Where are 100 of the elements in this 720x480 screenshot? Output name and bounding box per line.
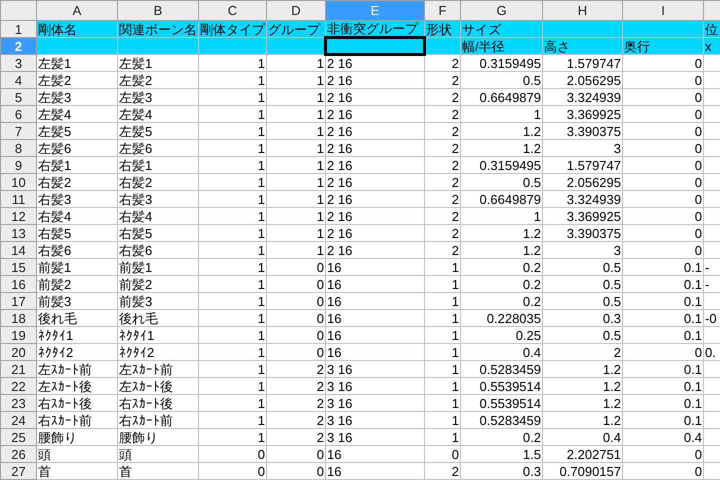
row-header[interactable]: 14 bbox=[0, 242, 36, 258]
table-cell: 2 16 bbox=[326, 242, 424, 258]
table-cell: 0 bbox=[622, 174, 704, 190]
column-header[interactable]: C bbox=[198, 0, 266, 20]
column-header[interactable]: H bbox=[542, 0, 622, 20]
table-cell: 右髪6 bbox=[36, 242, 118, 258]
header-cell: サイズ bbox=[460, 20, 542, 38]
table-cell: 0 bbox=[266, 258, 326, 276]
table-cell: 2 bbox=[424, 88, 460, 106]
table-cell: 0 bbox=[198, 446, 266, 462]
row-header[interactable]: 7 bbox=[0, 122, 36, 140]
table-cell: ﾈｸﾀｲ1 bbox=[36, 326, 118, 344]
table-cell: 0.3 bbox=[542, 310, 622, 326]
active-cell[interactable] bbox=[326, 38, 424, 54]
table-cell: 0 bbox=[622, 140, 704, 156]
table-cell: 2 bbox=[266, 428, 326, 446]
table-cell: 左ｽｶｰﾄ後 bbox=[118, 378, 198, 394]
table-cell: 0.1 bbox=[622, 394, 704, 412]
table-cell: 0.3159495 bbox=[460, 54, 542, 72]
table-cell: 3.369925 bbox=[542, 208, 622, 224]
header-cell: 幅/半径 bbox=[460, 38, 542, 54]
row-header[interactable]: 25 bbox=[0, 428, 36, 446]
table-cell: 0.5 bbox=[542, 292, 622, 310]
row-header[interactable]: 16 bbox=[0, 276, 36, 292]
table-cell: 1 bbox=[198, 258, 266, 276]
header-cell: 剛体タイプ bbox=[198, 20, 266, 38]
table-cell: 3 bbox=[542, 140, 622, 156]
column-header[interactable]: I bbox=[622, 0, 704, 20]
table-cell: 1 bbox=[198, 224, 266, 242]
table-cell: 2 bbox=[266, 412, 326, 428]
column-header[interactable]: D bbox=[266, 0, 326, 20]
table-cell: ﾈｸﾀｲ2 bbox=[118, 344, 198, 360]
header-cell: 関連ボーン名 bbox=[118, 20, 198, 38]
table-cell: 前髪3 bbox=[36, 292, 118, 310]
table-cell: 1.2 bbox=[542, 394, 622, 412]
column-header[interactable]: B bbox=[118, 0, 198, 20]
row-header[interactable]: 22 bbox=[0, 378, 36, 394]
row-header[interactable]: 3 bbox=[0, 54, 36, 72]
table-cell: 2 bbox=[424, 190, 460, 208]
row-header[interactable]: 21 bbox=[0, 360, 36, 378]
table-cell: 2 bbox=[424, 156, 460, 174]
table-cell: 首 bbox=[118, 462, 198, 480]
table-cell: 16 bbox=[326, 310, 424, 326]
table-cell: 0.4 bbox=[460, 344, 542, 360]
table-cell: 1 bbox=[266, 54, 326, 72]
row-header[interactable]: 11 bbox=[0, 190, 36, 208]
row-header[interactable]: 20 bbox=[0, 344, 36, 360]
table-cell: 0.2 bbox=[460, 428, 542, 446]
row-header[interactable]: 12 bbox=[0, 208, 36, 224]
table-cell: 1 bbox=[424, 326, 460, 344]
row-header[interactable]: 6 bbox=[0, 106, 36, 122]
row-header[interactable]: 27 bbox=[0, 462, 36, 480]
table-cell: 2 16 bbox=[326, 208, 424, 224]
table-cell: 0.4 bbox=[622, 428, 704, 446]
table-cell: 0 bbox=[622, 208, 704, 224]
table-cell: 2 bbox=[424, 242, 460, 258]
table-cell: 右髪2 bbox=[118, 174, 198, 190]
table-cell: 左髪4 bbox=[36, 106, 118, 122]
table-cell: 2 16 bbox=[326, 140, 424, 156]
table-cell: 0 bbox=[266, 326, 326, 344]
row-header[interactable]: 8 bbox=[0, 140, 36, 156]
row-header[interactable]: 1 bbox=[0, 20, 36, 38]
row-header[interactable]: 17 bbox=[0, 292, 36, 310]
table-cell: 1 bbox=[424, 276, 460, 292]
table-cell: 後れ毛 bbox=[118, 310, 198, 326]
row-header[interactable]: 26 bbox=[0, 446, 36, 462]
row-header[interactable]: 18 bbox=[0, 310, 36, 326]
table-cell: 2 16 bbox=[326, 224, 424, 242]
table-cell: 1 bbox=[198, 122, 266, 140]
table-cell: 16 bbox=[326, 276, 424, 292]
table-cell: 0 bbox=[266, 276, 326, 292]
header-cell: 奥行 bbox=[622, 38, 704, 54]
table-cell: 3 bbox=[542, 242, 622, 258]
row-header[interactable]: 9 bbox=[0, 156, 36, 174]
table-cell: 0.5283459 bbox=[460, 412, 542, 428]
table-cell: 2 bbox=[266, 394, 326, 412]
row-header[interactable]: 13 bbox=[0, 224, 36, 242]
row-header[interactable]: 15 bbox=[0, 258, 36, 276]
table-cell: 前髪1 bbox=[36, 258, 118, 276]
table-cell: 1 bbox=[424, 258, 460, 276]
table-cell: 2 bbox=[424, 140, 460, 156]
table-cell: 1 bbox=[424, 360, 460, 378]
table-cell: 1 bbox=[266, 140, 326, 156]
table-cell: 1 bbox=[424, 310, 460, 326]
column-header[interactable]: G bbox=[460, 0, 542, 20]
table-cell: 2 bbox=[542, 344, 622, 360]
row-header[interactable]: 24 bbox=[0, 412, 36, 428]
table-cell: 左ｽｶｰﾄ前 bbox=[36, 360, 118, 378]
table-cell: 0 bbox=[622, 122, 704, 140]
table-cell: 右髪6 bbox=[118, 242, 198, 258]
table-cell: 右ｽｶｰﾄ後 bbox=[36, 394, 118, 412]
column-header[interactable]: A bbox=[36, 0, 118, 20]
row-header[interactable]: 19 bbox=[0, 326, 36, 344]
row-header[interactable]: 5 bbox=[0, 88, 36, 106]
column-header[interactable]: F bbox=[424, 0, 460, 20]
table-cell: 16 bbox=[326, 326, 424, 344]
row-header[interactable]: 23 bbox=[0, 394, 36, 412]
row-header[interactable]: 4 bbox=[0, 72, 36, 88]
row-header[interactable]: 10 bbox=[0, 174, 36, 190]
table-cell: 2 bbox=[424, 462, 460, 480]
